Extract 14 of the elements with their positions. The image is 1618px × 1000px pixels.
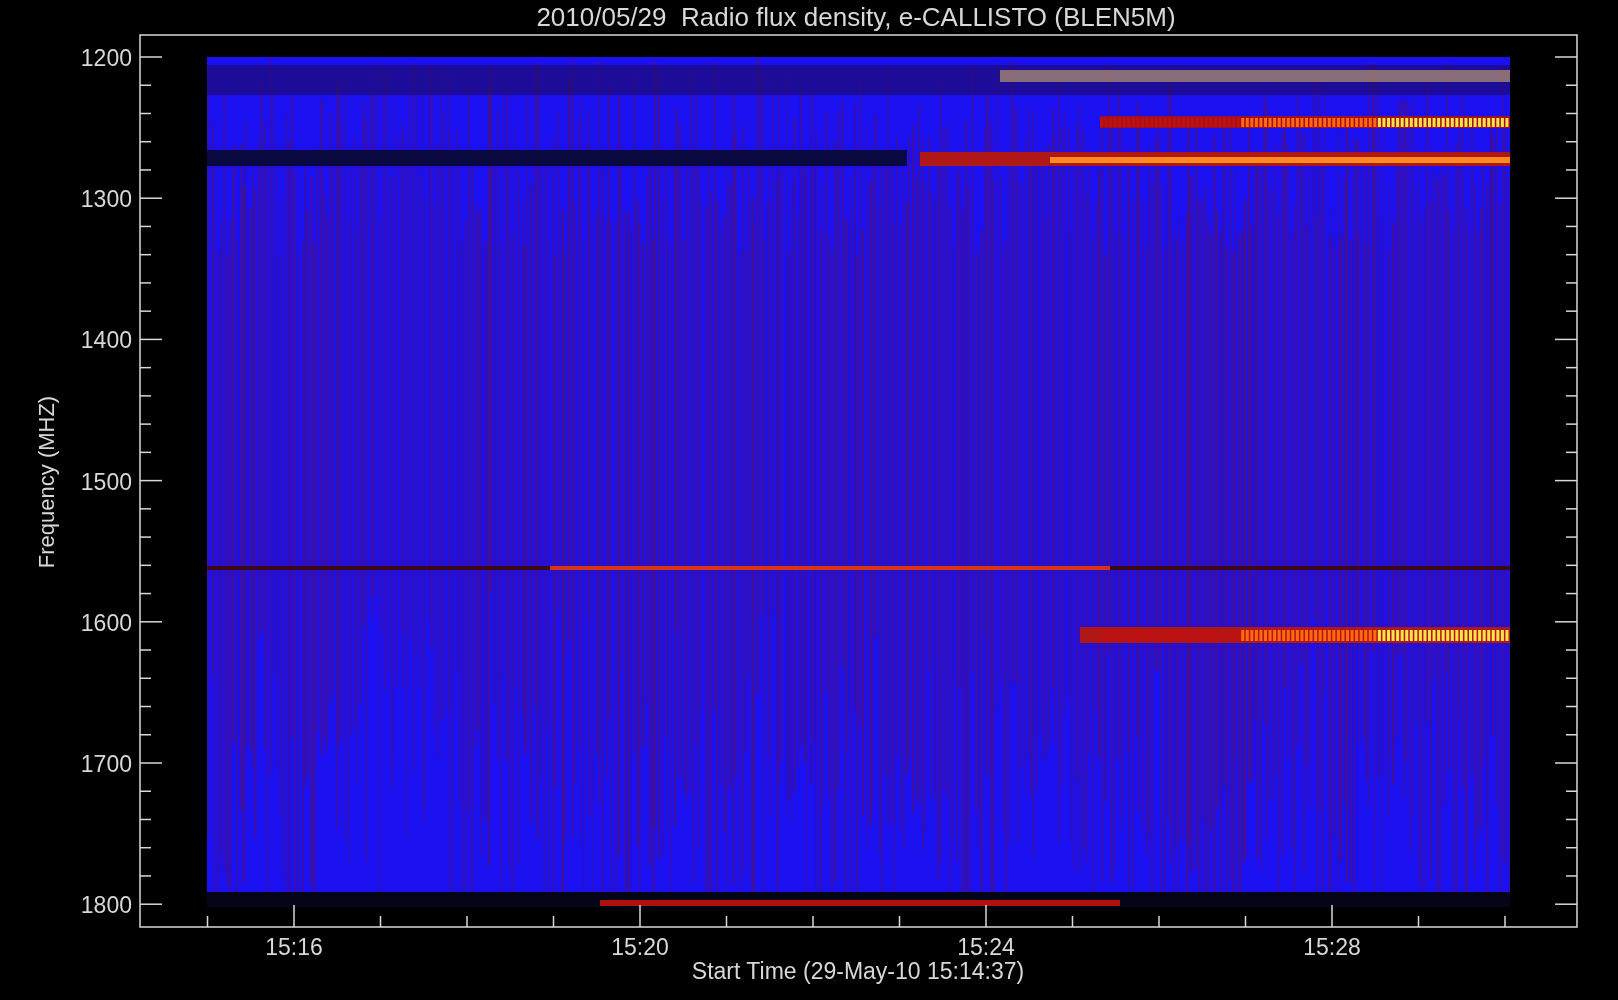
y-tick-label: 1500 xyxy=(80,468,132,495)
y-tick-label: 1400 xyxy=(80,327,132,354)
chart-title: 2010/05/29 Radio flux density, e-CALLISTO (BLEN5M) xyxy=(536,2,1176,32)
x-tick-label: 15:28 xyxy=(1303,934,1361,960)
x-tick-label: 15:24 xyxy=(957,934,1015,960)
x-tick-label: 15:20 xyxy=(611,934,669,960)
y-tick-label: 1600 xyxy=(80,609,132,636)
y-tick-label: 1700 xyxy=(80,751,132,777)
x-axis-label: Start Time (29-May-10 15:14:37) xyxy=(691,958,1025,984)
y-axis-label: Frequency (MHZ) xyxy=(34,395,59,569)
y-tick-label: 1300 xyxy=(80,186,132,213)
y-tick-label: 1200 xyxy=(80,45,132,71)
y-tick-label: 1800 xyxy=(80,892,132,919)
x-tick-label: 15:16 xyxy=(265,934,323,960)
